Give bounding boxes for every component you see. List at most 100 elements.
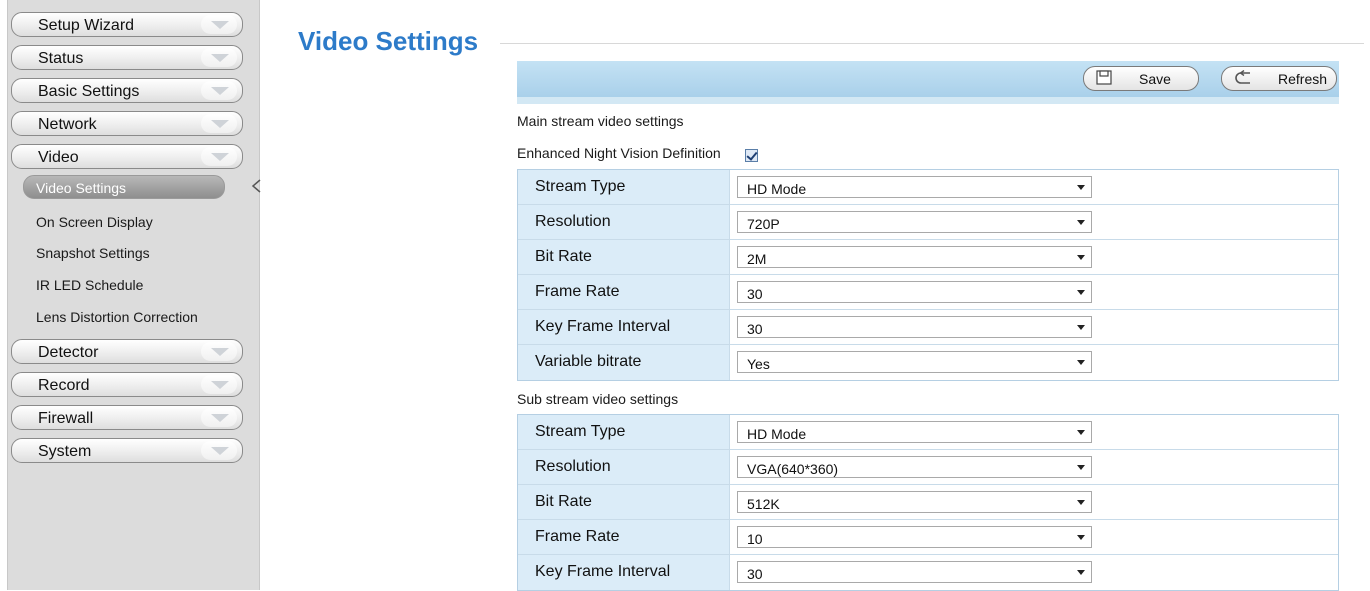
dropdown-arrow-icon [1077, 290, 1085, 295]
row-label-cell: Resolution [518, 450, 730, 484]
table-row: Stream Type HD Mode [518, 415, 1338, 450]
menu-label: Network [38, 116, 97, 133]
select-value: 512K [747, 496, 780, 512]
chevron-down-icon [201, 81, 237, 100]
refresh-icon [1235, 70, 1250, 84]
bit-rate-select[interactable]: 2M [737, 246, 1092, 268]
row-label: Key Frame Interval [535, 563, 671, 580]
row-label: Stream Type [535, 423, 626, 440]
menu-detector[interactable]: Detector [11, 339, 243, 364]
sub-stream-type-select[interactable]: HD Mode [737, 421, 1092, 443]
menu-status[interactable]: Status [11, 45, 243, 70]
menu-label: Detector [38, 344, 99, 361]
subitem-lens-distortion-correction[interactable]: Lens Distortion Correction [36, 309, 198, 325]
night-vision-checkbox[interactable] [745, 149, 758, 162]
row-label: Bit Rate [535, 493, 592, 510]
menu-label: Basic Settings [38, 83, 140, 100]
sub-frame-rate-select[interactable]: 10 [737, 526, 1092, 548]
chevron-down-icon [201, 375, 237, 394]
save-button[interactable]: Save [1083, 66, 1199, 91]
menu-label: Setup Wizard [38, 17, 135, 34]
sub-stream-table: Stream Type HD Mode Resolution VGA(640*3… [517, 414, 1339, 591]
chevron-down-icon [201, 408, 237, 427]
subitem-snapshot-settings[interactable]: Snapshot Settings [36, 245, 150, 261]
dropdown-arrow-icon [1077, 570, 1085, 575]
table-row: Frame Rate 10 [518, 520, 1338, 555]
select-value: 10 [747, 531, 763, 547]
row-label-cell: Stream Type [518, 170, 730, 204]
sub-resolution-select[interactable]: VGA(640*360) [737, 456, 1092, 478]
table-row: Variable bitrate Yes [518, 345, 1338, 380]
save-icon [1096, 70, 1112, 85]
chevron-down-icon [201, 441, 237, 460]
refresh-button[interactable]: Refresh [1221, 66, 1337, 91]
table-row: Key Frame Interval 30 [518, 555, 1338, 590]
row-label-cell: Bit Rate [518, 485, 730, 519]
page-title: Video Settings [298, 26, 479, 56]
chevron-down-icon [201, 147, 237, 166]
select-value: HD Mode [747, 426, 807, 442]
menu-label: Status [38, 50, 84, 67]
chevron-down-icon [201, 114, 237, 133]
select-value: 30 [747, 321, 763, 337]
dropdown-arrow-icon [1077, 255, 1085, 260]
row-label: Key Frame Interval [535, 318, 671, 335]
menu-setup-wizard[interactable]: Setup Wizard [11, 12, 243, 37]
main-stream-table: Stream Type HD Mode Resolution 720P Bit … [517, 169, 1339, 381]
menu-video[interactable]: Video [11, 144, 243, 169]
menu-network[interactable]: Network [11, 111, 243, 136]
table-row: Bit Rate 2M [518, 240, 1338, 275]
select-value: Yes [747, 356, 770, 372]
dropdown-arrow-icon [1077, 360, 1085, 365]
select-value: 2M [747, 251, 767, 267]
frame-rate-select[interactable]: 30 [737, 281, 1092, 303]
row-label-cell: Stream Type [518, 415, 730, 449]
row-label: Variable bitrate [535, 353, 642, 370]
dropdown-arrow-icon [1077, 535, 1085, 540]
select-value: 720P [747, 216, 780, 232]
menu-record[interactable]: Record [11, 372, 243, 397]
subitem-label: Video Settings [36, 180, 127, 196]
select-value: 30 [747, 286, 763, 302]
chevron-down-icon [201, 48, 237, 67]
dropdown-arrow-icon [1077, 220, 1085, 225]
menu-firewall[interactable]: Firewall [11, 405, 243, 430]
sub-key-frame-interval-select[interactable]: 30 [737, 561, 1092, 583]
row-label-cell: Bit Rate [518, 240, 730, 274]
chevron-down-icon [201, 15, 237, 34]
resolution-select[interactable]: 720P [737, 211, 1092, 233]
row-label-cell: Frame Rate [518, 520, 730, 554]
key-frame-interval-select[interactable]: 30 [737, 316, 1092, 338]
table-row: Key Frame Interval 30 [518, 310, 1338, 345]
table-row: Resolution 720P [518, 205, 1338, 240]
dropdown-arrow-icon [1077, 430, 1085, 435]
row-label-cell: Key Frame Interval [518, 555, 730, 590]
toolbar-underline [517, 97, 1339, 104]
select-value: 30 [747, 566, 763, 582]
menu-basic-settings[interactable]: Basic Settings [11, 78, 243, 103]
refresh-label: Refresh [1278, 71, 1328, 87]
row-label: Bit Rate [535, 248, 592, 265]
title-divider [500, 43, 1364, 44]
table-row: Resolution VGA(640*360) [518, 450, 1338, 485]
dropdown-arrow-icon [1077, 325, 1085, 330]
dropdown-arrow-icon [1077, 185, 1085, 190]
menu-label: Firewall [38, 410, 94, 427]
stream-type-select[interactable]: HD Mode [737, 176, 1092, 198]
sub-bit-rate-select[interactable]: 512K [737, 491, 1092, 513]
subitem-on-screen-display[interactable]: On Screen Display [36, 214, 153, 230]
row-label-cell: Key Frame Interval [518, 310, 730, 344]
save-label: Save [1139, 71, 1171, 87]
menu-system[interactable]: System [11, 438, 243, 463]
row-label: Resolution [535, 213, 611, 230]
table-row: Bit Rate 512K [518, 485, 1338, 520]
subitem-ir-led-schedule[interactable]: IR LED Schedule [36, 277, 143, 293]
night-vision-label: Enhanced Night Vision Definition [517, 145, 721, 161]
variable-bitrate-select[interactable]: Yes [737, 351, 1092, 373]
subitem-video-settings[interactable]: Video Settings [23, 175, 225, 199]
row-label: Frame Rate [535, 528, 620, 545]
main-stream-section-label: Main stream video settings [517, 113, 684, 129]
row-label-cell: Frame Rate [518, 275, 730, 309]
chevron-down-icon [201, 342, 237, 361]
menu-label: Video [38, 149, 79, 166]
